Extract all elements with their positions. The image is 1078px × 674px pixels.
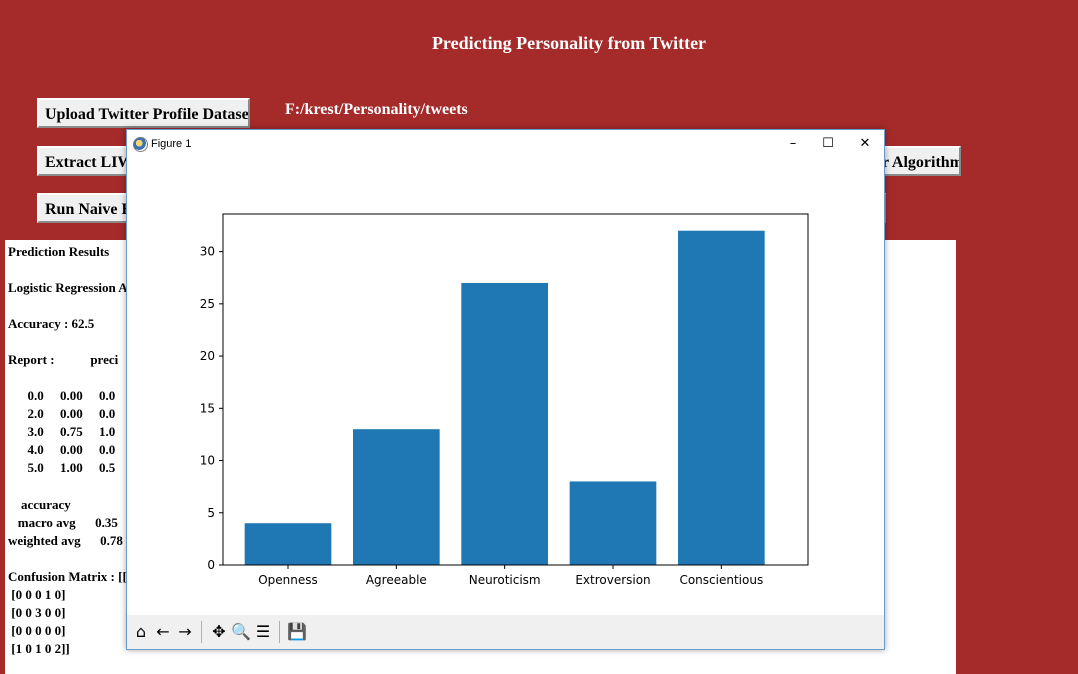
close-icon[interactable]: ✕ [850, 134, 880, 154]
configure-subplots-icon[interactable]: ☰ [253, 621, 273, 643]
figure-window: Figure 1 – ☐ ✕ Openness Agreeable Neurotic… [126, 129, 885, 650]
results-line: 3.0 0.75 1.0 [8, 424, 116, 439]
results-line: 5.0 1.00 0.5 [8, 460, 116, 475]
y-tick-label: 30 [200, 245, 215, 259]
results-heading: Prediction Results [8, 244, 110, 259]
toolbar-separator [201, 621, 202, 643]
results-line: accuracy [8, 497, 71, 512]
y-tick-label: 25 [200, 297, 215, 311]
extract-features-button[interactable]: Extract LIWC Features [37, 146, 137, 176]
algorithm-button[interactable]: r Algorithm [880, 146, 961, 176]
home-icon[interactable]: ⌂ [131, 621, 151, 643]
results-line: Report : preci [8, 352, 119, 367]
bar [678, 230, 765, 565]
bar [353, 429, 440, 565]
maximize-icon[interactable]: ☐ [813, 134, 843, 154]
results-line: Confusion Matrix : [[0 [8, 569, 134, 584]
y-tick-label: 5 [207, 506, 215, 520]
figure-title: Figure 1 [151, 138, 192, 150]
dataset-path-label: F:/krest/Personality/tweets [285, 101, 468, 118]
forward-icon[interactable]: → [175, 621, 195, 643]
x-tick-label: Extroversion [575, 573, 650, 587]
pan-icon[interactable]: ✥ [209, 621, 229, 643]
results-line: 2.0 0.00 0.0 [8, 406, 116, 421]
toolbar-separator [279, 621, 280, 643]
y-tick-label: 10 [200, 454, 215, 468]
results-line: weighted avg 0.78 [8, 533, 123, 548]
results-line: Accuracy : 62.5 [8, 316, 95, 331]
minimize-icon[interactable]: – [778, 134, 808, 154]
x-tick-label: Neuroticism [469, 573, 541, 587]
x-tick-label: Openness [258, 573, 318, 587]
matplotlib-logo-icon [133, 137, 148, 152]
run-naive-bayes-button[interactable]: Run Naive Bayes [37, 193, 137, 223]
results-line: [0 0 3 0 0] [8, 605, 66, 620]
results-line: [1 0 1 0 2]] [8, 641, 70, 656]
y-tick-label: 20 [200, 349, 215, 363]
results-line: Logistic Regression Al [8, 280, 132, 295]
y-tick-label: 15 [200, 401, 215, 415]
zoom-icon[interactable]: 🔍 [231, 621, 251, 643]
bar [244, 523, 332, 565]
bar [461, 282, 548, 565]
save-icon[interactable]: 💾 [287, 621, 307, 643]
results-line: [0 0 0 0 0] [8, 623, 66, 638]
figure-titlebar[interactable]: Figure 1 – ☐ ✕ [127, 130, 884, 158]
x-tick-label: Agreeable [366, 573, 427, 587]
results-line: 4.0 0.00 0.0 [8, 442, 116, 457]
bar-chart: Openness Agreeable Neuroticism Extroversion… [200, 213, 809, 587]
results-line: 0.0 0.00 0.0 [8, 388, 116, 403]
x-tick-label: Conscientious [679, 573, 763, 587]
back-icon[interactable]: ← [153, 621, 173, 643]
y-tick-label: 0 [207, 558, 215, 572]
bar [569, 481, 657, 565]
app-title: Predicting Personality from Twitter [431, 33, 707, 53]
results-line: [0 0 0 1 0] [8, 587, 66, 602]
figure-toolbar: ⌂ ← → ✥ 🔍 ☰ 💾 [127, 615, 884, 649]
results-line: macro avg 0.35 [8, 515, 118, 530]
upload-dataset-button[interactable]: Upload Twitter Profile Dataset [37, 98, 250, 128]
